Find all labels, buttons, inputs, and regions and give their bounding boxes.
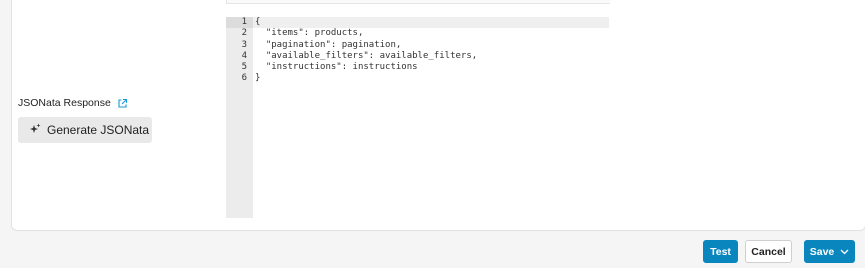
code-line[interactable]: { [253, 17, 609, 29]
save-button[interactable]: Save [804, 240, 855, 263]
line-number: 5 [241, 62, 247, 73]
generate-jsonata-label: Generate JSONata [47, 123, 150, 137]
sparkle-icon [29, 123, 41, 138]
line-number: 6 [241, 73, 247, 84]
line-number: 2 [241, 28, 247, 39]
jsonata-code-editor[interactable]: 1 2 3 4 5 6 { "items": products, "pagina… [226, 17, 609, 218]
code-line[interactable]: "instructions": instructions [253, 62, 609, 73]
line-number: 3 [241, 39, 247, 50]
previous-editor-edge [226, 0, 610, 4]
generate-jsonata-button[interactable]: Generate JSONata [18, 117, 152, 143]
code-line[interactable]: "available_filters": available_filters, [253, 51, 609, 62]
test-button[interactable]: Test [703, 240, 738, 263]
line-number: 4 [241, 50, 247, 61]
code-line[interactable]: "items": products, [253, 28, 609, 39]
save-label: Save [809, 245, 835, 258]
code-area[interactable]: { "items": products, "pagination": pagin… [253, 17, 609, 218]
line-number: 1 [226, 17, 253, 29]
code-line[interactable]: } [253, 73, 609, 84]
chevron-down-icon[interactable] [840, 246, 849, 258]
external-link-icon[interactable] [117, 98, 128, 109]
line-number-gutter: 1 2 3 4 5 6 [226, 17, 253, 218]
jsonata-response-label: JSONata Response [18, 97, 111, 109]
cancel-button[interactable]: Cancel [745, 240, 792, 263]
code-line[interactable]: "pagination": pagination, [253, 40, 609, 51]
jsonata-response-label-row: JSONata Response [18, 97, 128, 109]
